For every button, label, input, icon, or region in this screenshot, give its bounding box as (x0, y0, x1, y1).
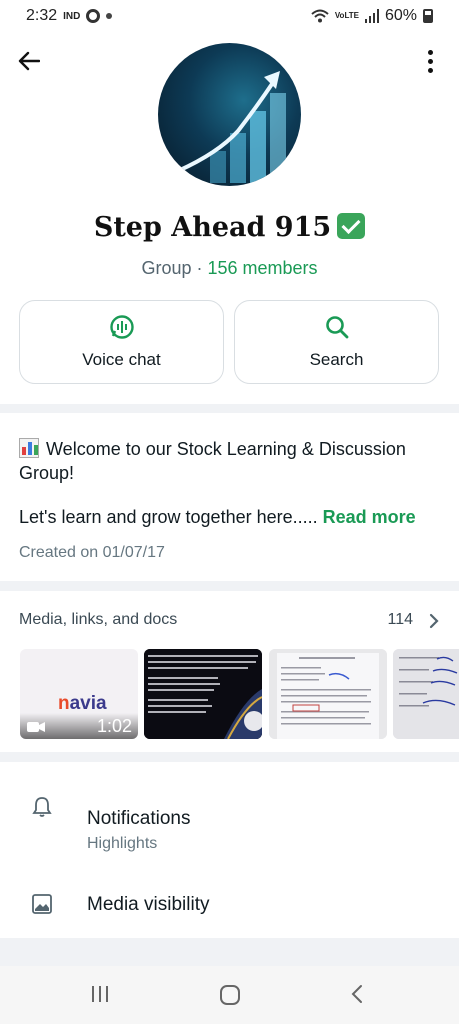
search-button[interactable]: Search (234, 300, 439, 384)
growth-chart-image (177, 71, 286, 183)
notification-dot-icon (106, 13, 113, 19)
notifications-row[interactable]: Notifications Highlights (0, 776, 459, 862)
group-header-card: Step Ahead 915 Group · 156 members Voice… (0, 32, 459, 404)
document-image (144, 649, 262, 739)
chevron-right-icon[interactable] (429, 613, 439, 629)
bar-chart-icon (19, 438, 39, 458)
voice-chat-button[interactable]: Voice chat (19, 300, 224, 384)
handwritten-form-image (393, 649, 459, 739)
group-avatar[interactable] (158, 43, 301, 186)
search-label: Search (309, 350, 364, 369)
system-navigation-bar (0, 966, 459, 1024)
form-document-image (269, 649, 387, 739)
media-thumbnail-image[interactable] (269, 649, 387, 739)
more-dot (427, 58, 433, 64)
more-options-button[interactable] (415, 46, 445, 76)
settings-section: Notifications Highlights Media visibilit… (0, 762, 459, 938)
app-notification-icon (86, 9, 101, 23)
wifi-icon (311, 9, 329, 23)
search-icon (325, 316, 348, 339)
media-header[interactable]: Media, links, and docs (19, 611, 177, 629)
voice-chat-icon (109, 315, 134, 339)
media-visibility-title: Media visibility (87, 894, 210, 915)
group-type: Group (141, 258, 192, 278)
signal-icon (364, 9, 379, 23)
back-button[interactable] (14, 46, 44, 76)
image-icon (32, 894, 52, 914)
media-section: Media, links, and docs 114 navia 1:02 (0, 591, 459, 752)
notifications-subtitle: Highlights (87, 835, 158, 852)
bell-icon (32, 797, 52, 817)
video-camera-icon (27, 722, 45, 732)
description-card[interactable]: Welcome to our Stock Learning & Discussi… (0, 413, 459, 581)
media-visibility-row[interactable]: Media visibility (0, 862, 459, 936)
read-more-link[interactable]: Read more (323, 507, 416, 527)
notifications-title: Notifications (87, 808, 191, 829)
media-thumbnail-video[interactable]: navia 1:02 (20, 649, 138, 739)
home-icon[interactable] (219, 984, 241, 1006)
description-body-text: Let's learn and grow together here..... (19, 507, 318, 527)
created-date: Created on 01/07/17 (19, 544, 165, 561)
recent-apps-icon[interactable] (90, 984, 110, 1004)
description-title-text: Welcome to our Stock Learning & Discussi… (19, 439, 406, 483)
more-vertical-icon (427, 49, 433, 55)
more-dot (427, 67, 433, 73)
media-thumbnail-image[interactable] (393, 649, 459, 739)
group-name-text: Step Ahead 915 (93, 212, 332, 243)
meta-separator: · (191, 258, 208, 278)
group-name: Step Ahead 915 (0, 212, 459, 243)
battery-percent: 60% (384, 7, 417, 24)
back-nav-icon[interactable] (350, 984, 364, 1004)
video-duration: 1:02 (96, 716, 132, 736)
media-thumbnail-image[interactable] (144, 649, 262, 739)
voice-chat-label: Voice chat (82, 350, 161, 369)
navia-logo: navia (58, 693, 107, 714)
status-bar: 2:32 IND VoLTE 60% (0, 0, 459, 32)
carrier-label: IND (63, 10, 81, 22)
description-title: Welcome to our Stock Learning & Discussi… (19, 437, 440, 485)
description-body: Let's learn and grow together here..... … (19, 507, 440, 528)
arrow-left-icon (18, 51, 40, 71)
members-link[interactable]: 156 members (207, 258, 317, 278)
volte-icon: VoLTE (334, 11, 359, 20)
group-meta: Group · 156 members (0, 258, 459, 279)
battery-icon (423, 9, 433, 23)
check-mark-icon (337, 213, 366, 239)
status-time: 2:32 (26, 7, 58, 24)
media-count[interactable]: 114 (387, 611, 413, 629)
